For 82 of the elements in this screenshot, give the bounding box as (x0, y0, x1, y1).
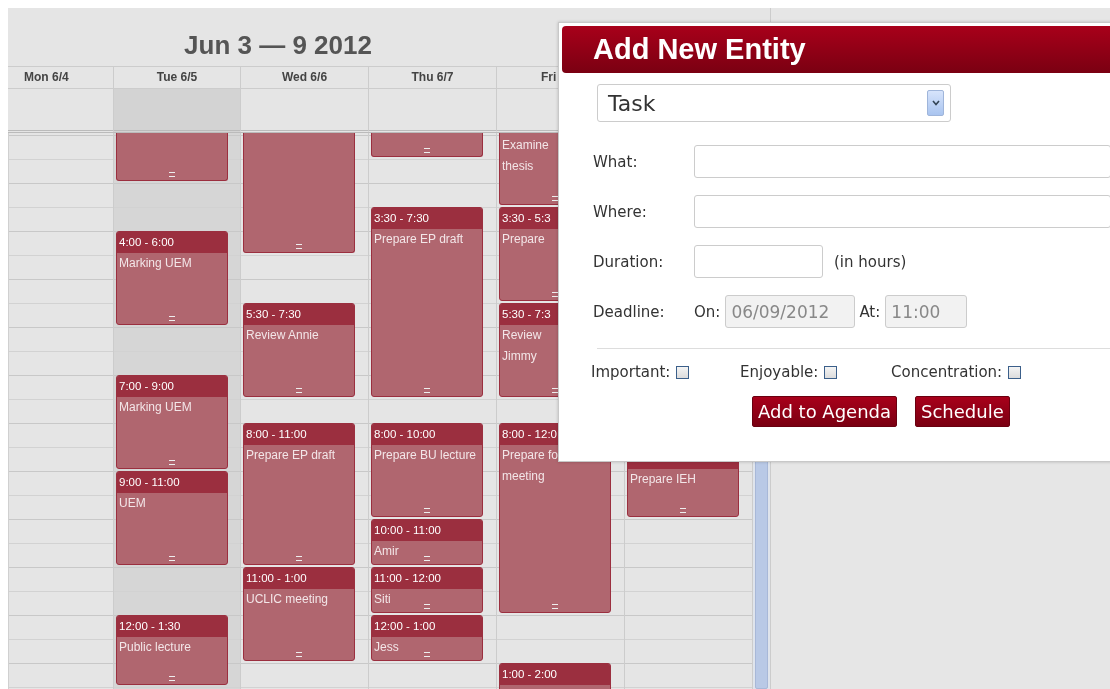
resize-handle-icon[interactable] (296, 244, 302, 249)
resize-handle-icon[interactable] (296, 556, 302, 561)
checkbox[interactable] (1008, 365, 1022, 379)
event-time: 7:00 - 9:00 (117, 376, 227, 397)
resize-handle-icon[interactable] (680, 508, 686, 513)
event-card[interactable]: 12:00 - 1:30 Public lecture (116, 615, 228, 685)
event-title: meeting (501, 468, 545, 485)
event-title: Review Annie (245, 327, 319, 344)
event-card[interactable]: 8:00 - 10:00 Prepare BU lecture (371, 423, 483, 517)
event-time: 12:00 - 1:00 (372, 616, 482, 637)
event-time: 3:30 - 7:30 (372, 208, 482, 229)
input-field[interactable] (694, 245, 823, 278)
resize-handle-icon[interactable] (552, 604, 558, 609)
event-time: 5:30 - 7:30 (244, 304, 354, 325)
event-time: 11:00 - 1:00 (244, 568, 354, 589)
event-title: Prepare EP draft (373, 231, 464, 248)
event-time: 4:00 - 6:00 (117, 232, 227, 253)
resize-handle-icon[interactable] (169, 172, 175, 177)
checkbox-label: Concentration: (891, 363, 1003, 381)
checkbox-label: Enjoyable: (740, 363, 819, 381)
unit-label: (in hours) (834, 252, 907, 271)
resize-handle-icon[interactable] (424, 508, 430, 513)
resize-handle-icon[interactable] (424, 652, 430, 657)
resize-handle-icon[interactable] (296, 388, 302, 393)
event-title: Jimmy (501, 348, 537, 365)
day-header: Thu 6/7 (368, 66, 496, 88)
resize-handle-icon[interactable] (424, 148, 430, 153)
field-label: At: (859, 302, 881, 321)
event-card[interactable]: 7:00 - 9:00 Marking UEM (116, 375, 228, 469)
event-time: 10:00 - 11:00 (372, 520, 482, 541)
event-card[interactable]: 11:00 - 12:00 Siti (371, 567, 483, 613)
event-title: Amir (373, 543, 399, 560)
field-label: On: (694, 302, 721, 321)
event-card[interactable]: 11:00 - 1:00 UCLIC meeting (243, 567, 355, 661)
resize-handle-icon[interactable] (169, 556, 175, 561)
resize-handle-icon[interactable] (424, 604, 430, 609)
type-dropdown[interactable]: Task (597, 84, 951, 122)
event-title: Public lecture (118, 639, 192, 656)
resize-handle-icon[interactable] (424, 388, 430, 393)
resize-handle-icon[interactable] (424, 556, 430, 561)
day-header: Wed 6/6 (240, 66, 368, 88)
event-card[interactable]: 9:00 - 11:00 UEM (116, 471, 228, 565)
add-button[interactable]: Add to Agenda (752, 396, 898, 427)
resize-handle-icon[interactable] (296, 652, 302, 657)
calendar-title: Jun 3 — 9 2012 (183, 29, 373, 62)
event-card[interactable]: 10:00 - 11:00 Amir (371, 519, 483, 565)
event-card[interactable]: 12:00 - 1:00 Jess (371, 615, 483, 661)
event-time: 8:00 - 11:00 (244, 424, 354, 445)
event-card[interactable]: 8:00 - 12:0 Prepare fo meeting (499, 423, 611, 613)
event-title: Prepare (501, 231, 545, 248)
event-title: UEM (118, 495, 146, 512)
checkbox[interactable] (824, 365, 838, 379)
event-title: UCLIC meeting (245, 591, 329, 608)
event-card[interactable]: 8:00 - 11:00 Prepare EP draft (243, 423, 355, 565)
day-header: Mon 6/4 (8, 66, 113, 88)
event-title: Prepare BU lecture (373, 447, 477, 464)
input-field[interactable] (693, 145, 1110, 178)
event-time: 12:00 - 1:30 (117, 616, 227, 637)
event-title: Marking UEM (118, 399, 192, 416)
event-time: 9:00 - 11:00 (117, 472, 227, 493)
input-field[interactable] (693, 195, 1110, 228)
resize-handle-icon[interactable] (169, 460, 175, 465)
field-label: What: (593, 152, 639, 171)
checkbox[interactable] (676, 365, 690, 379)
schedule-button[interactable]: Schedule (915, 396, 1010, 427)
event-title: Prepare IEH (629, 471, 697, 488)
event-card[interactable]: 5:30 - 7:30 Review Annie (243, 303, 355, 397)
resize-handle-icon[interactable] (169, 676, 175, 681)
event-card[interactable]: 3:30 - 7:30 Prepare EP draft (371, 207, 483, 397)
dialog-title: Add New Entity (562, 26, 1110, 73)
event-title: Review (501, 327, 542, 344)
event-time: 8:00 - 10:00 (372, 424, 482, 445)
event-title: Marking UEM (118, 255, 192, 272)
event-title: Prepare fo (501, 447, 559, 464)
event-card[interactable]: 4:00 - 6:00 Marking UEM (116, 231, 228, 325)
event-title: Prepare EP draft (245, 447, 336, 464)
event-title: Jess (373, 639, 399, 656)
event-time: 11:00 - 12:00 (372, 568, 482, 589)
event-title: Siti (373, 591, 391, 608)
event-title: Examine (501, 137, 549, 154)
resize-handle-icon[interactable] (169, 316, 175, 321)
event-title: thesis (501, 158, 534, 175)
